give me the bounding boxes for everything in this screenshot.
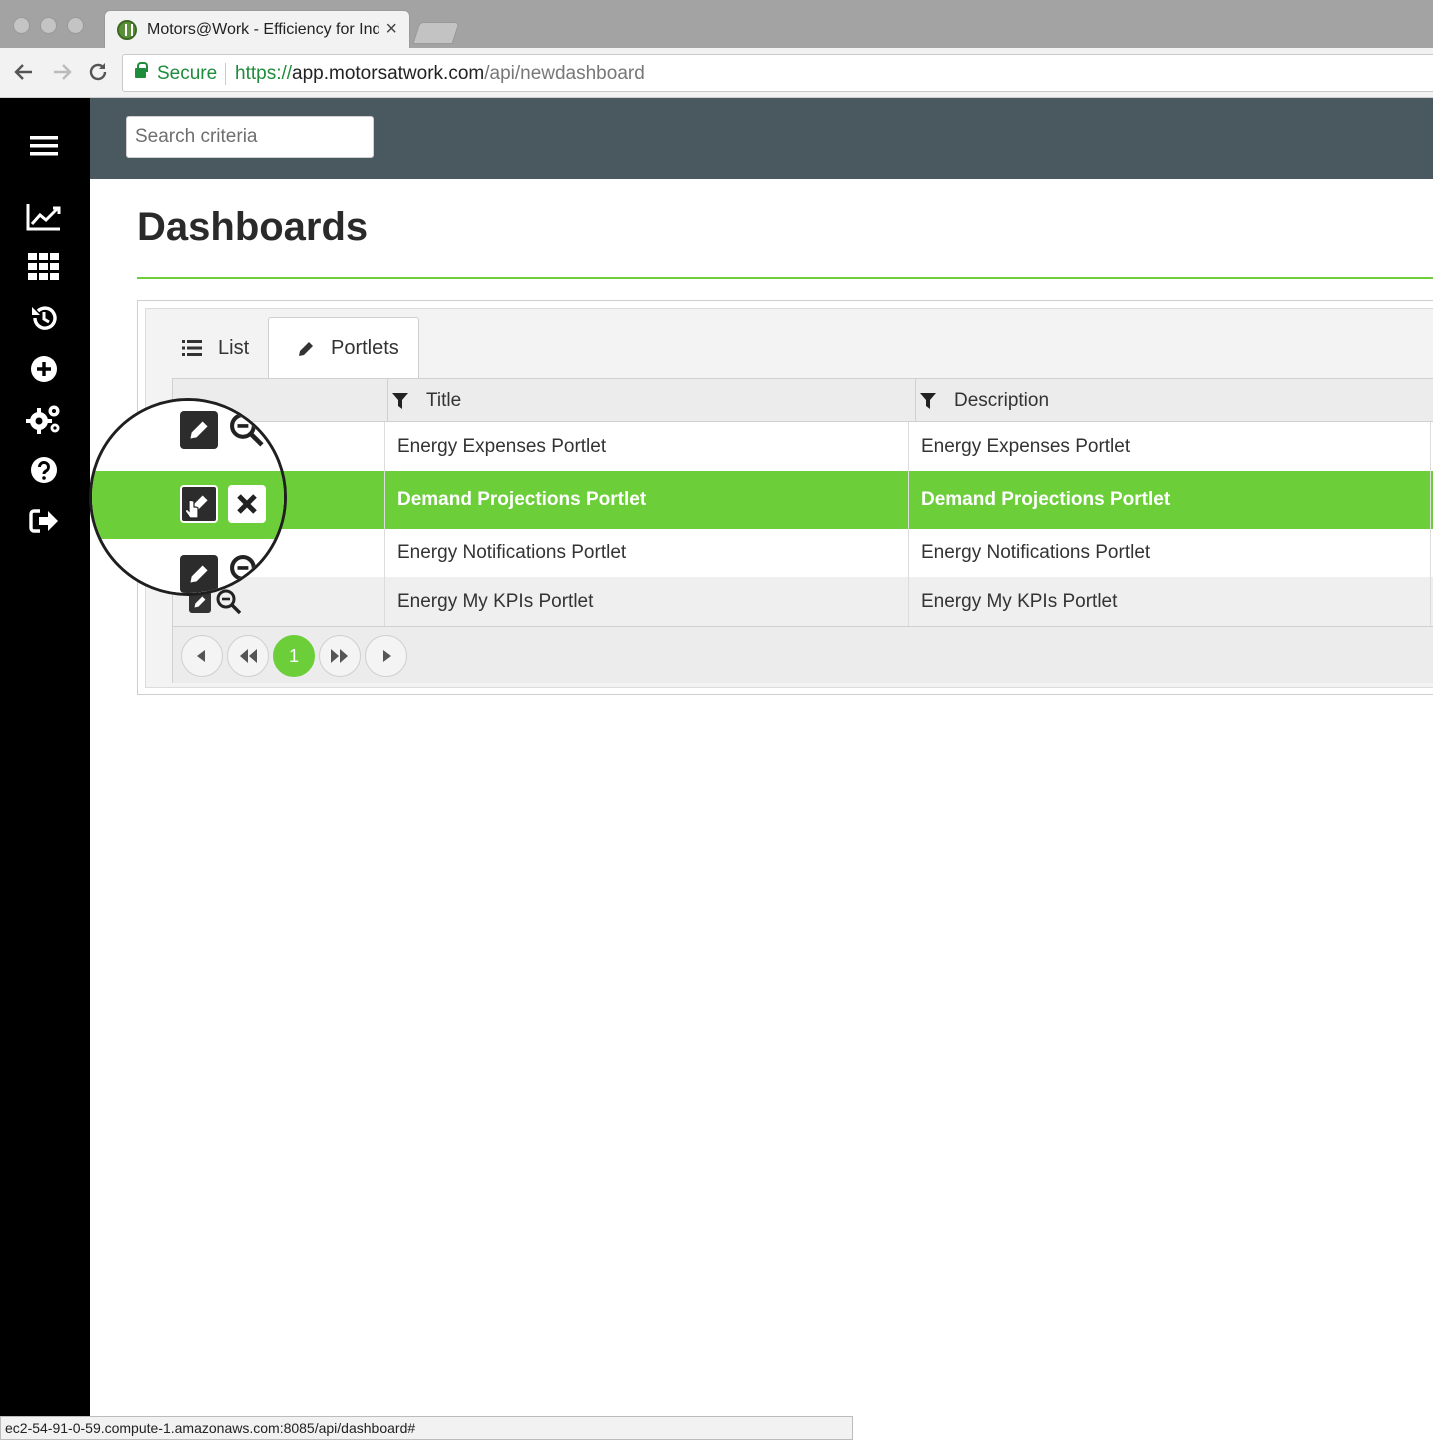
- grid-header: Title Description: [173, 379, 1433, 422]
- back-icon[interactable]: [12, 60, 36, 89]
- lock-icon: [135, 62, 148, 78]
- tab-close-icon[interactable]: ×: [385, 18, 397, 41]
- address-bar[interactable]: Secure https://app.motorsatwork.com/api/…: [122, 54, 1433, 92]
- title-divider: [137, 277, 1433, 279]
- zoom-out-icon[interactable]: [228, 553, 266, 593]
- magnified-row: [92, 401, 284, 471]
- forward-icon[interactable]: [50, 60, 74, 89]
- tab-container: List Portlets Title Description Energy E…: [145, 308, 1433, 688]
- address-separator: [225, 63, 226, 85]
- reload-icon[interactable]: [86, 60, 110, 89]
- browser-tab[interactable]: Motors@Work - Efficiency for Industry ×: [104, 10, 410, 48]
- column-description-label: Description: [954, 389, 1050, 411]
- app-header: [90, 98, 1433, 179]
- row-description: Energy My KPIs Portlet: [908, 577, 1432, 626]
- last-page-button[interactable]: [319, 635, 361, 677]
- row-title: Energy Expenses Portlet: [384, 422, 908, 471]
- table-row[interactable]: Energy Notifications Portlet Energy Noti…: [173, 529, 1433, 577]
- magnified-row-selected: [92, 471, 284, 539]
- browser-status-url: ec2-54-91-0-59.compute-1.amazonaws.com:8…: [0, 1416, 853, 1440]
- browser-tabstrip: Motors@Work - Efficiency for Industry ×: [0, 0, 1433, 48]
- prev-page-button[interactable]: [181, 635, 223, 677]
- tab-portlets[interactable]: Portlets: [268, 317, 419, 379]
- pencil-icon: [297, 340, 315, 358]
- portlets-grid: Title Description Energy Expenses Portle…: [172, 378, 1433, 683]
- gears-icon[interactable]: [24, 399, 64, 439]
- dashboards-panel: List Portlets Title Description Energy E…: [137, 300, 1433, 695]
- window-close-button[interactable]: [13, 17, 30, 34]
- line-chart-icon[interactable]: [24, 197, 64, 237]
- new-tab-button[interactable]: [412, 22, 460, 44]
- help-icon[interactable]: [24, 450, 64, 490]
- browser-toolbar: Secure https://app.motorsatwork.com/api/…: [0, 48, 1433, 98]
- table-row-selected[interactable]: Demand Projections Portlet Demand Projec…: [173, 471, 1433, 529]
- column-header-title[interactable]: Title: [387, 379, 915, 422]
- pager: 1: [173, 626, 1433, 683]
- filter-icon[interactable]: [392, 392, 408, 409]
- filter-icon[interactable]: [920, 392, 936, 409]
- tab-portlets-label: Portlets: [331, 337, 399, 359]
- first-page-button[interactable]: [227, 635, 269, 677]
- row-title: Energy Notifications Portlet: [384, 529, 908, 577]
- zoom-out-icon[interactable]: [228, 411, 266, 454]
- row-description: Energy Expenses Portlet: [908, 422, 1432, 471]
- history-icon[interactable]: [24, 298, 64, 338]
- url-text: https://app.motorsatwork.com/api/newdash…: [235, 63, 645, 85]
- search-input[interactable]: [126, 116, 374, 158]
- row-description: Demand Projections Portlet: [908, 471, 1432, 529]
- hand-cursor-icon: [184, 499, 200, 524]
- magnified-row: [92, 539, 284, 593]
- page-title: Dashboards: [137, 205, 369, 249]
- delete-icon[interactable]: [228, 485, 266, 523]
- next-page-button[interactable]: [365, 635, 407, 677]
- page-1-button[interactable]: 1: [273, 635, 315, 677]
- secure-label: Secure: [157, 63, 218, 84]
- table-row[interactable]: Energy Expenses Portlet Energy Expenses …: [173, 422, 1433, 471]
- edit-icon[interactable]: [180, 411, 218, 449]
- window-minimize-button[interactable]: [40, 17, 57, 34]
- app-sidebar: [0, 98, 90, 1440]
- url-scheme: https://: [235, 63, 293, 84]
- table-row[interactable]: Energy My KPIs Portlet Energy My KPIs Po…: [173, 577, 1433, 626]
- browser-tab-title: Motors@Work - Efficiency for Industry: [147, 21, 379, 38]
- grid-icon[interactable]: [24, 247, 64, 287]
- edit-icon[interactable]: [180, 555, 218, 593]
- row-description: Energy Notifications Portlet: [908, 529, 1432, 577]
- url-host: app.motorsatwork.com: [292, 63, 485, 84]
- menu-icon[interactable]: [24, 126, 64, 166]
- tab-list[interactable]: List: [154, 317, 268, 379]
- url-path: /api/newdashboard: [484, 63, 645, 84]
- plus-circle-icon[interactable]: [24, 349, 64, 389]
- tab-list-label: List: [218, 336, 250, 359]
- column-header-description[interactable]: Description: [915, 379, 1433, 422]
- logout-icon[interactable]: [24, 501, 64, 541]
- row-title: Energy My KPIs Portlet: [384, 577, 908, 626]
- cursor-magnifier: [89, 398, 287, 596]
- row-title: Demand Projections Portlet: [384, 471, 908, 529]
- list-icon: [182, 340, 202, 356]
- motorsatwork-favicon-icon: [117, 20, 137, 40]
- column-title-label: Title: [426, 389, 462, 411]
- window-zoom-button[interactable]: [67, 17, 84, 34]
